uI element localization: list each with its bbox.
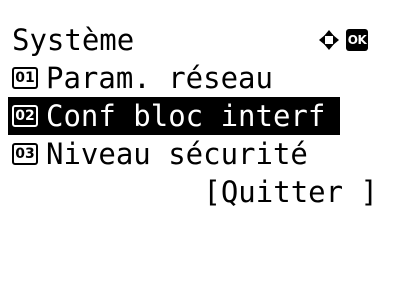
item-number-badge: 02 bbox=[12, 105, 38, 127]
menu-item-conf-bloc-interf[interactable]: 02 Conf bloc interf bbox=[8, 97, 340, 135]
menu-item-niveau-securite[interactable]: 03 Niveau sécurité bbox=[0, 135, 398, 173]
ok-key-icon[interactable]: OK bbox=[346, 29, 368, 51]
menu-item-label: Param. réseau bbox=[46, 61, 273, 95]
four-way-arrow-icon bbox=[319, 30, 339, 50]
item-number-badge: 03 bbox=[12, 143, 38, 165]
item-number-badge: 01 bbox=[12, 67, 38, 89]
screen-title: Système bbox=[12, 23, 135, 57]
menu-item-param-reseau[interactable]: 01 Param. réseau bbox=[0, 59, 398, 97]
footer-row: [Quitter ] bbox=[0, 173, 398, 211]
menu-item-label: Niveau sécurité bbox=[46, 137, 308, 171]
menu-item-label: Conf bloc interf bbox=[46, 99, 326, 133]
quit-softkey[interactable]: [Quitter ] bbox=[203, 173, 378, 211]
operation-panel-screen: Système OK 01 Param. réseau 02 Conf bloc… bbox=[0, 0, 398, 215]
header-row: Système OK bbox=[0, 21, 398, 59]
